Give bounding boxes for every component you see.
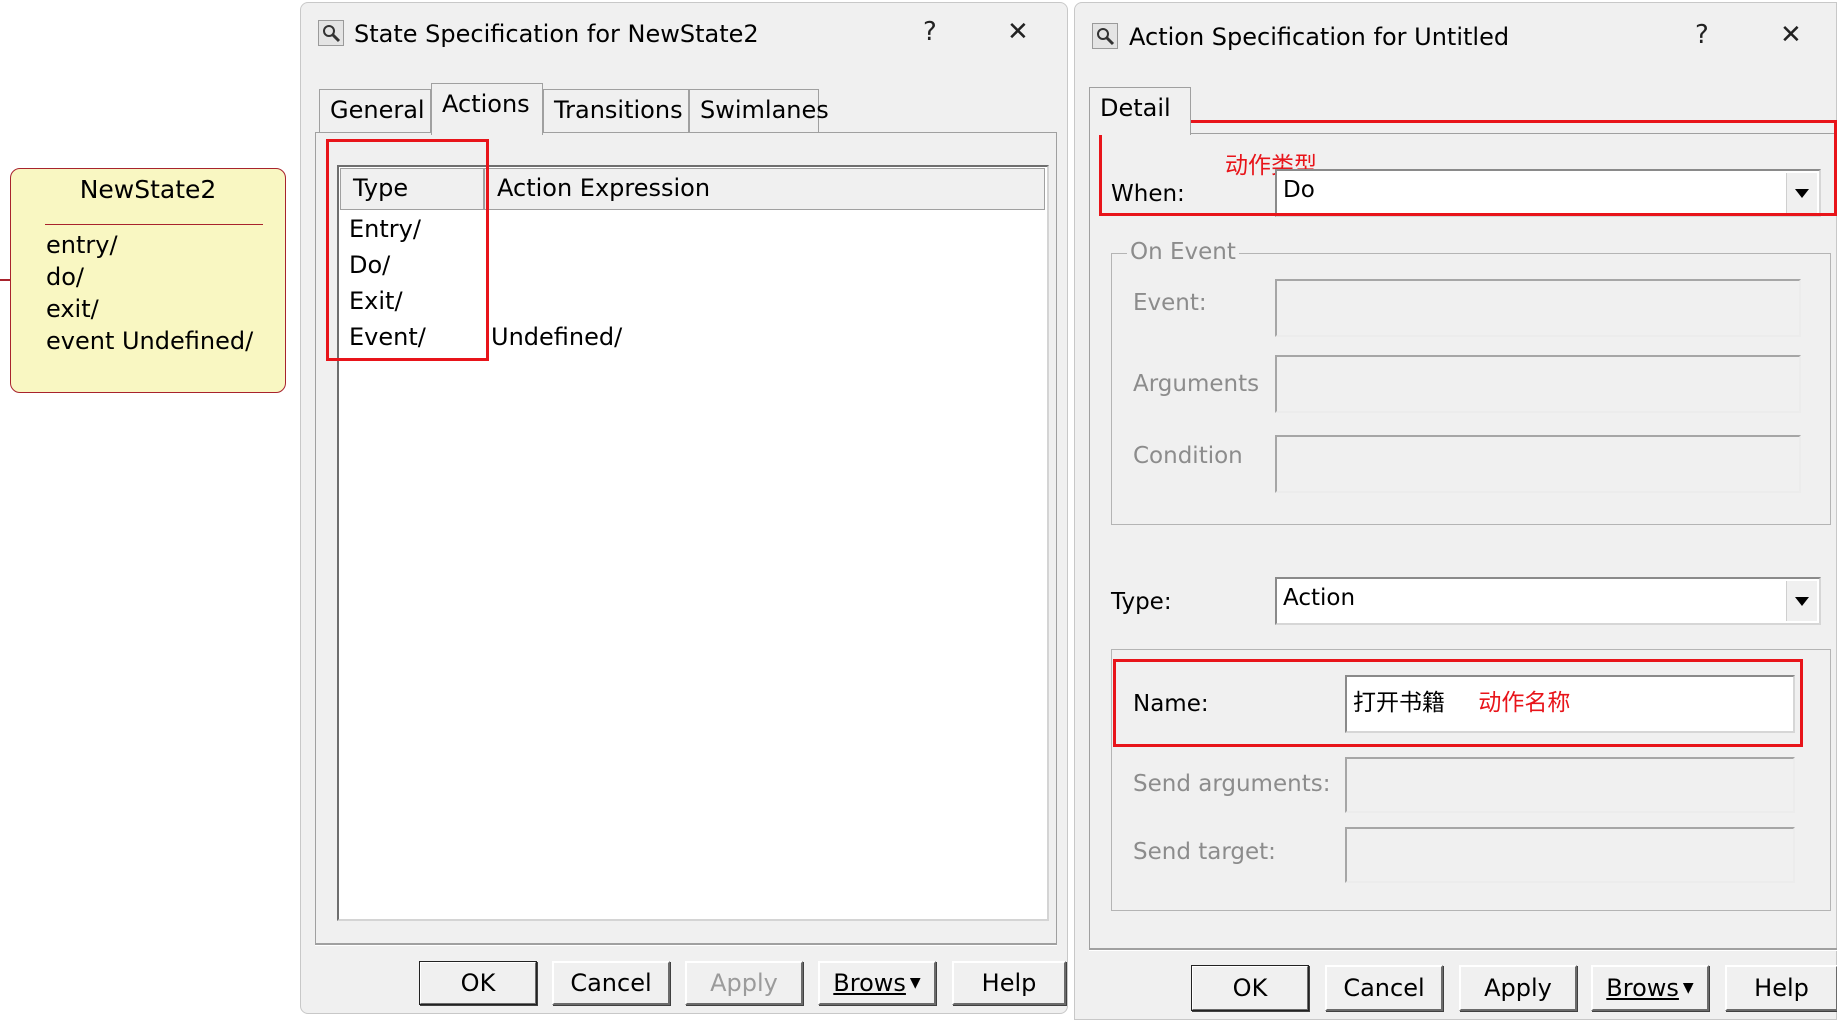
row-type-exit[interactable]: Exit/ (349, 287, 403, 315)
ok-button[interactable]: OK (419, 961, 537, 1005)
dropdown-arrow-icon[interactable] (1786, 581, 1817, 621)
dropdown-arrow-icon: ▼ (1682, 980, 1694, 996)
tab-detail[interactable]: Detail (1089, 87, 1191, 135)
when-label: When: (1111, 181, 1185, 207)
type-select[interactable]: Action (1275, 577, 1821, 625)
column-header-type[interactable]: Type (340, 168, 484, 210)
arguments-label: Arguments (1133, 371, 1260, 397)
condition-field[interactable] (1275, 435, 1801, 493)
magnifier-icon (318, 20, 344, 46)
tab-general[interactable]: General (319, 89, 431, 133)
close-button[interactable]: ✕ (1007, 17, 1029, 47)
tab-actions[interactable]: Actions (431, 83, 543, 135)
action-specification-dialog: Action Specification for Untitled ? ✕ De… (1074, 2, 1837, 1020)
browse-button[interactable]: Brows ▼ (1591, 965, 1709, 1011)
magnifier-icon (1092, 23, 1118, 49)
when-value: Do (1283, 177, 1315, 203)
button-separator (1089, 949, 1837, 951)
send-arguments-label: Send arguments: (1133, 771, 1331, 797)
send-target-field[interactable] (1345, 827, 1795, 883)
event-label: Event: (1133, 290, 1207, 316)
name-value: 打开书籍 (1353, 690, 1445, 716)
row-expression-event[interactable]: Undefined/ (491, 323, 622, 351)
cancel-button[interactable]: Cancel (1325, 965, 1443, 1011)
send-target-label: Send target: (1133, 839, 1276, 865)
row-type-do[interactable]: Do/ (349, 251, 390, 279)
on-event-title: On Event (1127, 239, 1239, 265)
browse-label: Brows (1606, 974, 1679, 1002)
state-specification-dialog: State Specification for NewState2 ? ✕ Ge… (300, 2, 1068, 1014)
transition-arrow-stub (0, 279, 10, 281)
apply-button[interactable]: Apply (1459, 965, 1577, 1011)
actions-list[interactable] (337, 165, 1049, 921)
button-separator (315, 944, 1057, 946)
type-label: Type: (1111, 589, 1172, 615)
row-type-event[interactable]: Event/ (349, 323, 426, 351)
event-field[interactable] (1275, 279, 1801, 337)
when-select[interactable]: Do (1275, 169, 1821, 217)
tab-transitions[interactable]: Transitions (543, 89, 689, 133)
name-input[interactable]: 打开书籍 动作名称 (1345, 675, 1795, 733)
tab-swimlanes[interactable]: Swimlanes (689, 89, 829, 133)
state-name: NewState2 (79, 175, 217, 204)
dropdown-arrow-icon[interactable] (1786, 173, 1817, 213)
close-button[interactable]: ✕ (1780, 20, 1802, 50)
browse-button[interactable]: Brows ▼ (818, 961, 936, 1005)
name-label: Name: (1133, 691, 1209, 717)
dialog-title: Action Specification for Untitled (1129, 23, 1510, 51)
state-action-do: do/ (46, 263, 85, 291)
annotation-action-name: 动作名称 (1478, 690, 1571, 716)
state-action-entry: entry/ (46, 231, 118, 259)
state-node[interactable]: NewState2 entry/ do/ exit/ event Undefin… (10, 168, 286, 393)
condition-label: Condition (1133, 443, 1243, 469)
dialog-title: State Specification for NewState2 (354, 20, 759, 48)
dropdown-arrow-icon: ▼ (909, 975, 921, 991)
state-action-exit: exit/ (46, 295, 99, 323)
state-divider (45, 224, 263, 225)
ok-button[interactable]: OK (1191, 965, 1309, 1011)
row-type-entry[interactable]: Entry/ (349, 215, 421, 243)
column-header-action-expression[interactable]: Action Expression (484, 168, 1045, 210)
help-dialog-button[interactable]: Help (952, 961, 1066, 1005)
arguments-field[interactable] (1275, 355, 1801, 413)
send-arguments-field[interactable] (1345, 757, 1795, 813)
apply-button[interactable]: Apply (685, 961, 803, 1005)
help-button[interactable]: ? (923, 17, 937, 47)
help-dialog-button[interactable]: Help (1725, 965, 1837, 1011)
cancel-button[interactable]: Cancel (552, 961, 670, 1005)
help-button[interactable]: ? (1695, 20, 1709, 50)
type-value: Action (1283, 585, 1356, 611)
browse-label: Brows (833, 969, 906, 997)
state-action-event: event Undefined/ (46, 327, 254, 355)
